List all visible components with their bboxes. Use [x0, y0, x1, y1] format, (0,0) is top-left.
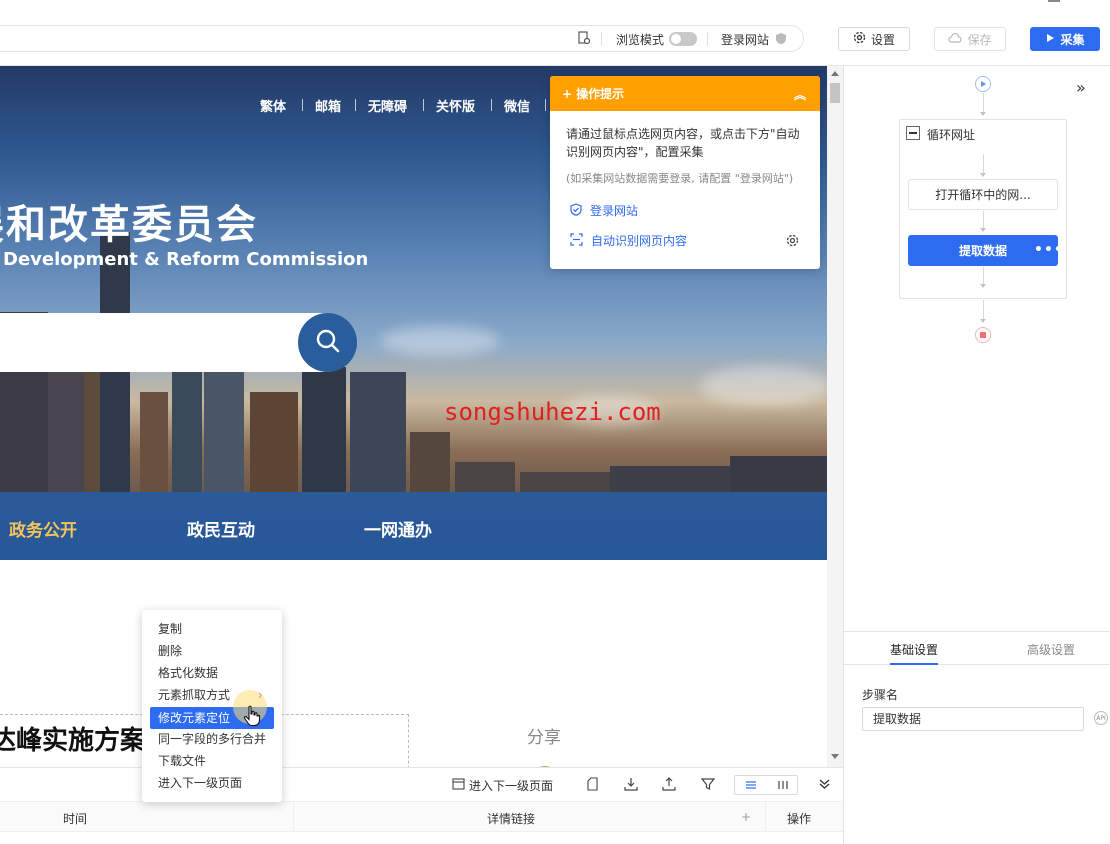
hint-header[interactable]: + 操作提示 ︽	[550, 76, 820, 111]
loop-collapse-toggle[interactable]	[906, 126, 920, 140]
gear-icon	[853, 31, 866, 47]
scroll-down-arrow[interactable]	[831, 754, 839, 759]
start-node-icon	[975, 76, 991, 92]
tab-basic-settings[interactable]: 基础设置	[890, 641, 938, 658]
top-link-traditional[interactable]: 繁体	[260, 96, 286, 115]
double-chevron-right-icon[interactable]: »	[1076, 78, 1086, 97]
view-mode-toggle	[734, 775, 798, 795]
browse-mode-toggle[interactable]	[669, 32, 697, 46]
column-header-actions: 操作	[787, 812, 812, 826]
settings-tabs: 基础设置 高级设置	[844, 631, 1110, 665]
plus-icon: +	[562, 86, 573, 101]
enter-next-level-label: 进入下一级页面	[469, 779, 554, 793]
nav-item-one-stop[interactable]: 一网通办	[364, 516, 432, 541]
operation-hint-panel: + 操作提示 ︽ 请通过鼠标点选网页内容，或点击下方"自动识别网页内容"，配置采…	[550, 76, 820, 269]
site-main-nav: 政务公开 政民互动 一网通办	[0, 492, 827, 560]
nav-item-interaction[interactable]: 政民互动	[187, 516, 255, 541]
column-header-detail-link[interactable]: 详情链接	[487, 810, 535, 827]
nav-item-gov-affairs[interactable]: 政务公开	[9, 516, 77, 541]
collect-button-label: 采集	[1060, 32, 1085, 47]
cloud-save-icon	[948, 32, 963, 47]
active-tab-indicator	[890, 663, 938, 665]
menu-item-download-file[interactable]: 下载文件	[142, 750, 282, 772]
watermark-text: songshuhezi.com	[444, 398, 661, 426]
shield-icon	[775, 32, 787, 45]
scroll-up-arrow[interactable]	[831, 71, 839, 76]
browse-mode-label: 浏览模式	[616, 33, 665, 47]
menu-item-enter-next-level[interactable]: 进入下一级页面	[142, 772, 282, 794]
step-name-label: 步骤名	[862, 688, 899, 702]
hint-title: 操作提示	[576, 87, 625, 101]
top-link-care[interactable]: 关怀版	[436, 96, 475, 115]
loop-label: 循环网址	[927, 128, 976, 142]
hint-auto-detect-label: 自动识别网页内容	[591, 234, 688, 248]
data-table-header: 时间 详情链接 + 操作	[0, 801, 843, 833]
tab-advanced-settings[interactable]: 高级设置	[1027, 641, 1075, 658]
login-site-link[interactable]: 登录网站	[721, 31, 769, 48]
top-link-mail[interactable]: 邮箱	[315, 96, 341, 115]
menu-item-format-data[interactable]: 格式化数据	[142, 662, 282, 684]
column-view-icon[interactable]	[767, 776, 799, 794]
window-control-hint	[1048, 0, 1060, 2]
scan-icon	[570, 232, 583, 249]
upload-icon[interactable]	[662, 777, 676, 791]
top-toolbar: 浏览模式 登录网站 设置 保存 采集	[0, 0, 1110, 66]
page-settings-icon[interactable]	[577, 31, 591, 45]
article-title[interactable]: 达峰实施方案	[0, 720, 146, 757]
hint-auto-detect-link[interactable]: 自动识别网页内容	[570, 232, 687, 249]
top-link-accessibility[interactable]: 无障碍	[368, 96, 407, 115]
download-icon[interactable]	[624, 777, 638, 791]
node-more-options[interactable]: •••	[1034, 242, 1064, 258]
site-search-input[interactable]	[0, 313, 330, 372]
auto-detect-settings-icon[interactable]	[786, 234, 799, 250]
settings-button-label: 设置	[870, 32, 895, 47]
site-title: 发展和改革委员会	[0, 202, 258, 248]
data-panel-toolbar: 进入下一级页面	[0, 767, 843, 801]
app-window: 浏览模式 登录网站 设置 保存 采集 繁体 邮箱 无障碍 关怀版 微信 和改革委…	[0, 0, 1110, 844]
url-bar[interactable]: 浏览模式 登录网站	[0, 25, 804, 52]
shield-check-icon	[570, 202, 582, 219]
settings-button[interactable]: 设置	[838, 27, 910, 51]
menu-item-capture-method-label: 元素抓取方式	[158, 688, 231, 702]
enter-next-level-button[interactable]: 进入下一级页面	[452, 777, 553, 794]
collapse-panel-icon[interactable]	[819, 779, 830, 789]
hint-body-text: 请通过鼠标点选网页内容，或点击下方"自动识别网页内容"，配置采集	[566, 127, 800, 159]
list-view-icon[interactable]	[735, 776, 767, 794]
step-name-input[interactable]: 提取数据	[862, 707, 1084, 731]
save-button-label: 保存	[967, 32, 992, 47]
scroll-thumb[interactable]	[830, 83, 840, 103]
end-node-icon	[975, 327, 991, 343]
menu-item-copy[interactable]: 复制	[142, 618, 282, 640]
column-header-time[interactable]: 时间	[63, 810, 87, 827]
site-subtitle: Development & Reform Commission	[3, 249, 369, 270]
hint-login-link[interactable]: 登录网站	[570, 202, 638, 219]
chevron-up-icon[interactable]: ︽	[794, 86, 806, 103]
hint-login-label: 登录网站	[590, 204, 639, 218]
search-icon	[315, 328, 341, 357]
webpage-scrollbar[interactable]	[827, 66, 843, 767]
share-label: 分享	[527, 728, 561, 748]
hint-note-text: (如采集网站数据需要登录, 请配置 "登录网站")	[566, 172, 794, 185]
site-search-button[interactable]	[298, 313, 357, 372]
open-loop-url-node[interactable]: 打开循环中的网...	[908, 179, 1058, 210]
workflow-panel: » 循环网址 打开循环中的网... 提取数据 ••• 基础设置 高级设置 步骤名	[843, 65, 1110, 844]
api-icon[interactable]: API	[1094, 711, 1108, 725]
hand-cursor-icon	[243, 705, 261, 730]
play-icon	[1045, 32, 1055, 46]
top-link-wechat[interactable]: 微信	[504, 96, 530, 115]
extract-data-label: 提取数据	[958, 244, 1007, 258]
menu-item-merge-rows[interactable]: 同一字段的多行合并	[142, 728, 282, 750]
menu-item-delete[interactable]: 删除	[142, 640, 282, 662]
collect-button[interactable]: 采集	[1030, 27, 1100, 51]
add-column-button[interactable]: +	[741, 810, 751, 824]
filter-icon[interactable]	[701, 777, 715, 791]
window-icon	[452, 778, 465, 793]
save-button[interactable]: 保存	[934, 27, 1006, 51]
export-column-icon[interactable]	[586, 777, 599, 791]
